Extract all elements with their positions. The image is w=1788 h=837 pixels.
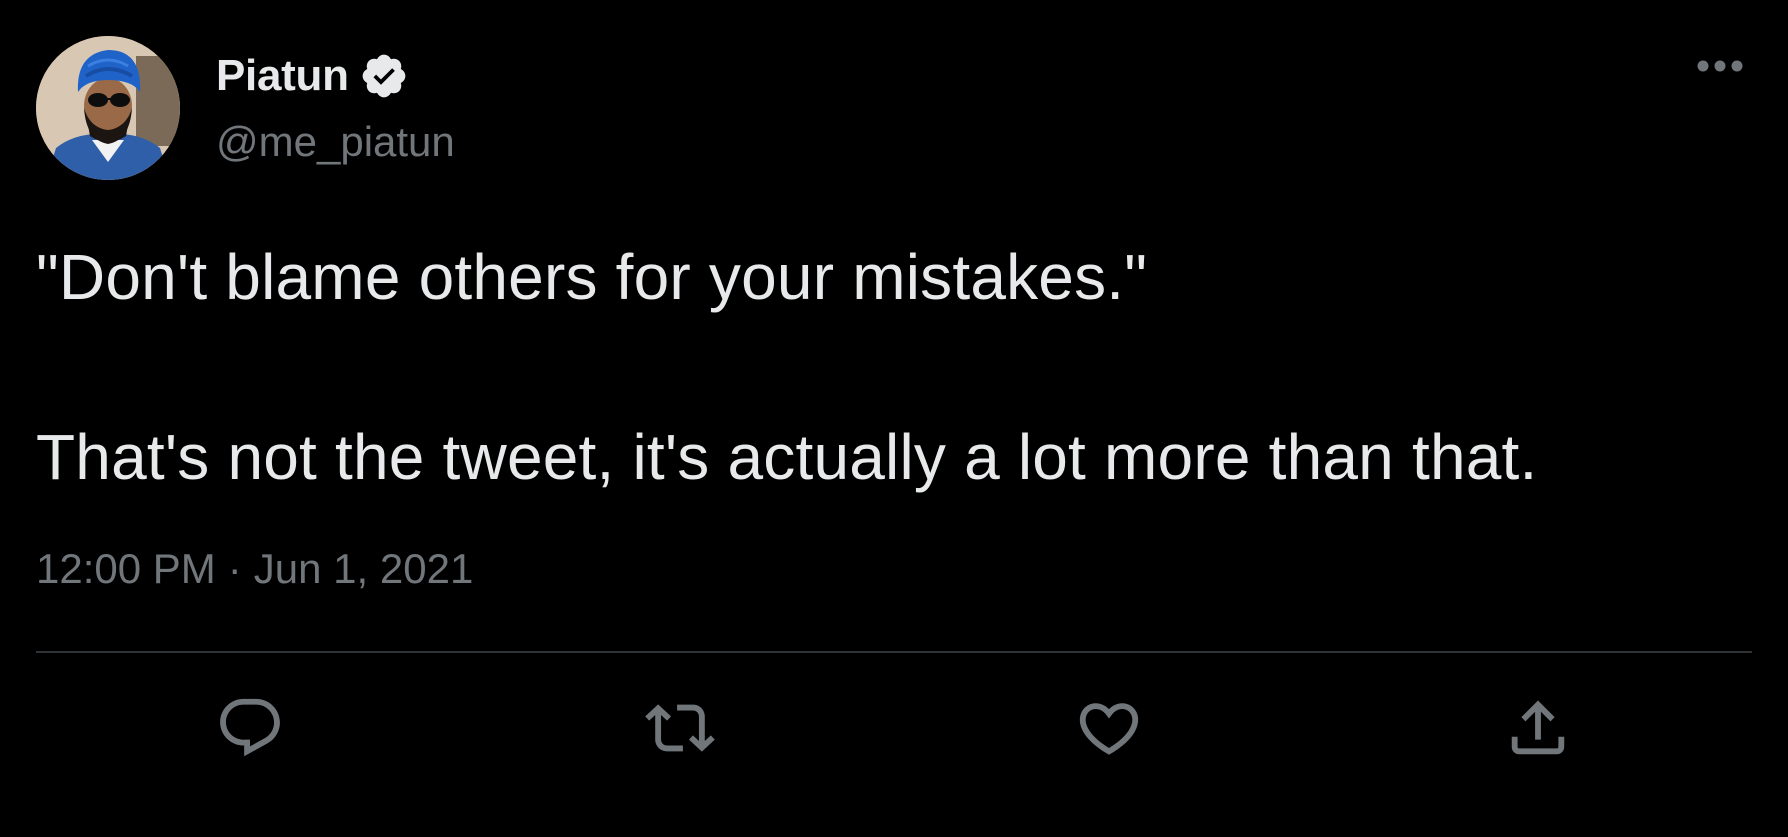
reply-icon — [220, 698, 280, 757]
more-options-button[interactable] — [1690, 44, 1750, 88]
author-display-name[interactable]: Piatun — [216, 51, 349, 101]
meta-separator: · — [227, 545, 242, 592]
tweet-text-line: "Don't blame others for your mistakes." — [36, 241, 1148, 313]
tweet-time[interactable]: 12:00 PM — [36, 545, 216, 593]
retweet-icon — [645, 704, 715, 752]
tweet-actions-bar — [0, 686, 1788, 770]
reply-button[interactable] — [208, 686, 292, 770]
tweet-text-line: That's not the tweet, it's actually a lo… — [36, 421, 1538, 493]
author-name-row: Piatun — [216, 48, 409, 104]
tweet-text: "Don't blame others for your mistakes." … — [36, 232, 1756, 502]
heart-icon — [1079, 703, 1139, 755]
more-dots-icon — [1697, 60, 1743, 72]
retweet-button[interactable] — [638, 686, 722, 770]
share-icon — [1511, 700, 1565, 755]
avatar-image — [36, 36, 180, 180]
divider — [36, 651, 1752, 653]
avatar[interactable] — [36, 36, 180, 180]
tweet-timestamp: 12:00 PM · Jun 1, 2021 — [36, 545, 473, 593]
author-handle[interactable]: @me_piatun — [216, 118, 455, 166]
share-button[interactable] — [1496, 686, 1580, 770]
tweet-card: Piatun @me_piatun "Don't blame others fo… — [0, 0, 1788, 837]
like-button[interactable] — [1067, 686, 1151, 770]
verified-badge-icon — [359, 51, 409, 101]
tweet-date[interactable]: Jun 1, 2021 — [254, 545, 474, 593]
